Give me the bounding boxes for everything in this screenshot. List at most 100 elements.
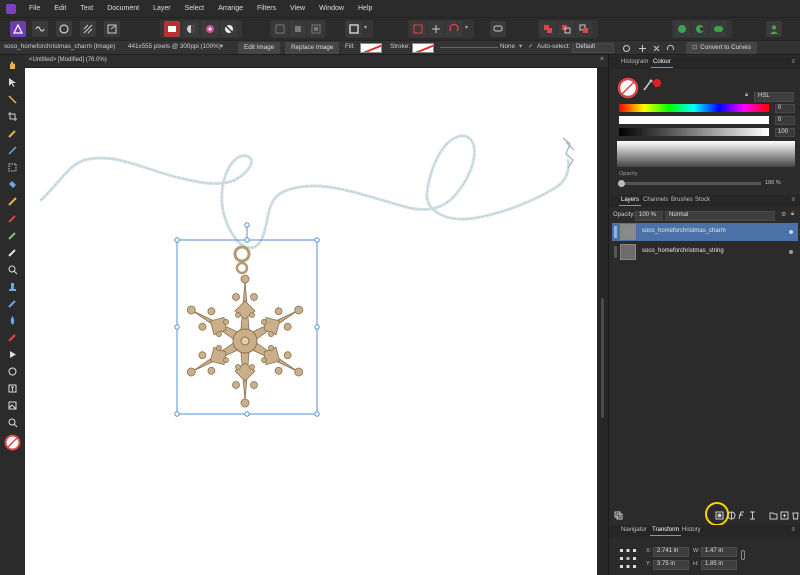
tab-histogram[interactable]: Histogram xyxy=(621,59,648,65)
vector-brush-icon[interactable] xyxy=(6,229,19,242)
tab-history[interactable]: History xyxy=(682,527,701,533)
arrow-shape-icon[interactable] xyxy=(6,348,19,361)
replace-image-button[interactable]: Replace Image xyxy=(285,42,340,54)
pencil-tool-icon[interactable] xyxy=(6,127,19,140)
panel-menu-icon[interactable]: ≡ xyxy=(791,197,795,203)
layer-row-string[interactable]: soco_homeforchristmas_string xyxy=(612,243,798,261)
move-tool-icon[interactable] xyxy=(6,76,19,89)
node-tool-icon[interactable] xyxy=(6,93,19,106)
saturation-slider[interactable] xyxy=(619,116,769,124)
chevron-down-icon[interactable]: ▾ xyxy=(220,43,223,50)
s-value[interactable]: 0 xyxy=(775,116,795,125)
transform-origin-icon[interactable] xyxy=(428,21,444,37)
layer-stack-icon[interactable] xyxy=(614,511,623,520)
preview-icon[interactable] xyxy=(221,21,237,37)
colour-preview-gradient[interactable] xyxy=(617,141,795,167)
snapping-icon[interactable] xyxy=(183,21,199,37)
erase-brush-icon[interactable] xyxy=(6,246,19,259)
add-boolean-icon[interactable] xyxy=(540,21,556,37)
flip-vertical-icon[interactable] xyxy=(652,44,661,53)
add-layer-icon[interactable] xyxy=(780,511,789,520)
visibility-dot-icon[interactable] xyxy=(789,230,793,234)
opacity-slider[interactable] xyxy=(618,180,761,187)
document-tab[interactable]: <Untitled> [Modified] (76.0%) × xyxy=(25,55,608,68)
delete-layer-icon[interactable] xyxy=(791,511,800,520)
crop-tool-icon[interactable] xyxy=(6,110,19,123)
tab-navigator[interactable]: Navigator xyxy=(621,527,647,533)
fill-stroke-swatch-icon[interactable] xyxy=(617,77,639,99)
rotate-icon[interactable] xyxy=(446,21,462,37)
menu-help[interactable]: Help xyxy=(351,5,379,12)
insert-behind-icon[interactable] xyxy=(272,21,288,37)
hue-slider[interactable] xyxy=(619,104,769,112)
gear-icon[interactable]: ⚙ xyxy=(781,211,786,218)
panel-menu-icon[interactable]: ≡ xyxy=(791,59,795,65)
geometry-combine-icon[interactable] xyxy=(710,21,726,37)
menu-document[interactable]: Document xyxy=(100,5,146,12)
tab-brushes[interactable]: Brushes xyxy=(671,197,693,203)
x-field[interactable]: 2.741 in xyxy=(653,547,689,557)
paint-brush-icon[interactable] xyxy=(6,212,19,225)
layer-row-charm[interactable]: soco_homeforchristmas_charm xyxy=(612,223,798,241)
smudge-tool-icon[interactable] xyxy=(6,297,19,310)
vertical-scrollbar[interactable] xyxy=(597,68,608,575)
convert-to-curves-button[interactable]: ⊡ Convert to Curves xyxy=(686,42,758,54)
close-icon[interactable]: × xyxy=(600,56,604,63)
view-mode-dropdown[interactable]: ▾ xyxy=(345,20,373,38)
h-field[interactable]: 1.85 in xyxy=(701,560,737,570)
blend-mode-dropdown[interactable]: Normal xyxy=(665,211,775,221)
rectangle-marquee-icon[interactable] xyxy=(6,161,19,174)
ellipse-tool-icon[interactable] xyxy=(6,365,19,378)
menu-layer[interactable]: Layer xyxy=(146,5,178,12)
scrollbar-thumb[interactable] xyxy=(601,298,604,418)
gradient-tool-icon[interactable] xyxy=(6,195,19,208)
rotate-clockwise-icon[interactable] xyxy=(666,44,675,53)
pixel-persona-icon[interactable] xyxy=(32,21,48,37)
user-account-icon[interactable] xyxy=(766,21,782,37)
lightness-slider[interactable] xyxy=(619,128,769,136)
align-icon[interactable] xyxy=(410,21,426,37)
export-persona-icon[interactable] xyxy=(56,21,72,37)
menu-window[interactable]: Window xyxy=(312,5,351,12)
document-setup-icon[interactable] xyxy=(164,21,180,37)
designer-persona-icon[interactable] xyxy=(10,21,26,37)
intersect-boolean-icon[interactable] xyxy=(576,21,592,37)
menu-arrange[interactable]: Arrange xyxy=(211,5,250,12)
current-colour-dot[interactable] xyxy=(653,79,661,87)
layer-opacity-field[interactable]: 100 % xyxy=(635,211,663,221)
share-icon[interactable] xyxy=(104,21,120,37)
y-field[interactable]: 3.75 in xyxy=(653,560,689,570)
h-value[interactable]: 0 xyxy=(775,104,795,113)
w-field[interactable]: 1.47 in xyxy=(701,547,737,557)
fill-tool-icon[interactable] xyxy=(6,178,19,191)
charm-artwork[interactable] xyxy=(181,245,309,408)
blur-tool-icon[interactable] xyxy=(6,314,19,327)
view-tool-icon[interactable] xyxy=(6,59,19,72)
link-aspect-icon[interactable] xyxy=(741,550,745,560)
lock-icon[interactable]: 🔒︎ xyxy=(791,211,794,218)
fill-swatch[interactable] xyxy=(360,43,382,53)
menu-edit[interactable]: Edit xyxy=(47,5,73,12)
insert-top-icon[interactable] xyxy=(290,21,306,37)
tab-stock[interactable]: Stock xyxy=(695,197,710,203)
auto-select-checkbox[interactable]: ✓ xyxy=(528,43,533,50)
lock-icon[interactable]: 🔒︎ xyxy=(745,92,748,99)
geometry-subtract-icon[interactable] xyxy=(692,21,708,37)
subtract-boolean-icon[interactable] xyxy=(558,21,574,37)
tab-transform[interactable]: Transform xyxy=(649,527,682,536)
chevron-down-icon[interactable]: ▾ xyxy=(519,43,522,50)
canvas[interactable] xyxy=(25,68,597,575)
edit-image-button[interactable]: Edit Image xyxy=(238,42,281,54)
stroke-swatch[interactable] xyxy=(412,43,434,53)
pen-tool-icon[interactable] xyxy=(6,144,19,157)
clone-tool-icon[interactable] xyxy=(6,280,19,293)
tab-channels[interactable]: Channels xyxy=(643,197,668,203)
visibility-dot-icon[interactable] xyxy=(789,250,793,254)
live-filter-icon[interactable] xyxy=(748,511,757,520)
menu-file[interactable]: File xyxy=(22,5,47,12)
layer-expand-icon[interactable] xyxy=(614,226,617,238)
fx-icon[interactable] xyxy=(737,511,746,520)
magnifier-icon[interactable] xyxy=(6,416,19,429)
eyedropper-icon[interactable] xyxy=(643,79,653,91)
add-group-icon[interactable] xyxy=(769,511,778,520)
